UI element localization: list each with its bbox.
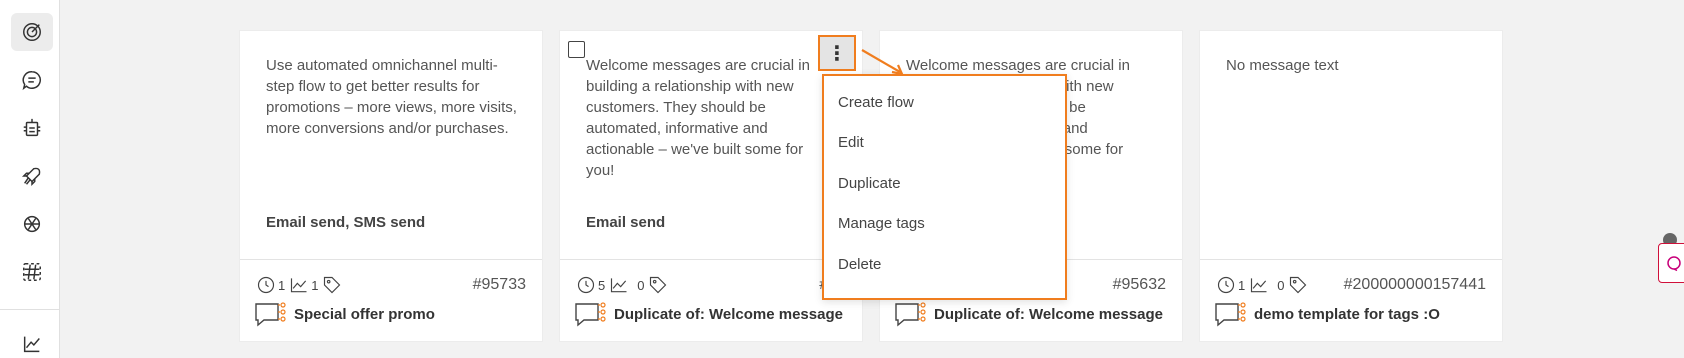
flow-message-icon <box>575 302 606 327</box>
stat-a: 5 <box>598 277 606 293</box>
card-name[interactable]: Special offer promo <box>254 301 435 327</box>
target-icon[interactable] <box>11 13 53 51</box>
left-sidebar <box>0 0 60 358</box>
openai-icon[interactable] <box>11 205 53 243</box>
card-id: #200000000157441 <box>1343 276 1486 293</box>
tag-icon <box>1290 276 1307 294</box>
menu-item-delete[interactable]: Delete <box>838 256 881 273</box>
rocket-icon[interactable] <box>11 157 53 195</box>
flow-message-icon <box>1215 302 1246 327</box>
stat-a: 1 <box>278 277 286 293</box>
help-chat-button[interactable] <box>1658 243 1684 283</box>
chart-icon <box>611 278 627 293</box>
card-name-label: Special offer promo <box>294 305 435 323</box>
more-options-button[interactable]: ⋮ <box>818 35 856 71</box>
annotation-arrow-icon <box>861 49 904 76</box>
robot-icon[interactable] <box>11 109 53 147</box>
card-options-menu: Create flow Edit Duplicate Manage tags D… <box>822 74 1067 300</box>
stat-a: 1 <box>1238 277 1246 293</box>
tag-icon <box>650 276 667 294</box>
card-divider <box>240 259 542 260</box>
card-name-label: Duplicate of: Welcome message <box>614 305 843 323</box>
menu-item-duplicate[interactable]: Duplicate <box>838 175 901 192</box>
template-card[interactable]: ⋮ Welcome messages are crucial in buildi… <box>559 30 863 342</box>
flow-message-icon <box>255 302 286 327</box>
card-name[interactable]: demo template for tags :O <box>1214 301 1440 327</box>
analytics-icon[interactable] <box>11 325 53 358</box>
card-channels: Email send <box>586 214 666 231</box>
card-description: Use automated omnichannel multi-step flo… <box>266 57 517 137</box>
card-name[interactable]: Duplicate of: Welcome message <box>574 301 843 327</box>
menu-item-manage-tags[interactable]: Manage tags <box>838 215 925 232</box>
sidebar-divider <box>0 309 60 310</box>
select-checkbox[interactable] <box>568 41 585 58</box>
stat-b: 1 <box>311 277 319 293</box>
card-name[interactable]: Duplicate of: Welcome message <box>894 301 1163 327</box>
card-stats: 5 0 <box>576 275 668 295</box>
chat-icon[interactable] <box>11 61 53 99</box>
card-id: #95632 <box>1112 276 1166 293</box>
stat-b: 0 <box>1277 277 1285 293</box>
card-channels: Email send, SMS send <box>266 214 426 231</box>
template-card[interactable]: No message text 1 0 #200000000157441 dem… <box>1199 30 1503 342</box>
card-stats: 1 1 <box>256 275 342 295</box>
clock-icon <box>1217 276 1235 294</box>
card-name-label: Duplicate of: Welcome message <box>934 305 1163 323</box>
card-name-label: demo template for tags :O <box>1254 305 1440 323</box>
card-divider <box>1200 259 1502 260</box>
clock-icon <box>577 276 595 294</box>
clock-icon <box>257 276 275 294</box>
tag-icon <box>324 276 341 294</box>
card-description: No message text <box>1226 57 1339 74</box>
chat-help-icon <box>1667 256 1681 272</box>
menu-item-edit[interactable]: Edit <box>838 134 864 151</box>
card-description: Welcome messages are crucial in building… <box>586 57 810 179</box>
menu-item-create-flow[interactable]: Create flow <box>838 94 914 111</box>
template-card[interactable]: Use automated omnichannel multi-step flo… <box>239 30 543 342</box>
flow-message-icon <box>895 302 926 327</box>
stat-b: 0 <box>637 277 645 293</box>
card-stats: 1 0 <box>1216 275 1308 295</box>
chart-icon <box>291 278 307 293</box>
card-id: #95733 <box>472 276 526 293</box>
card-divider <box>560 259 862 260</box>
hashtag-icon[interactable] <box>11 253 53 291</box>
chart-icon <box>1251 278 1267 293</box>
